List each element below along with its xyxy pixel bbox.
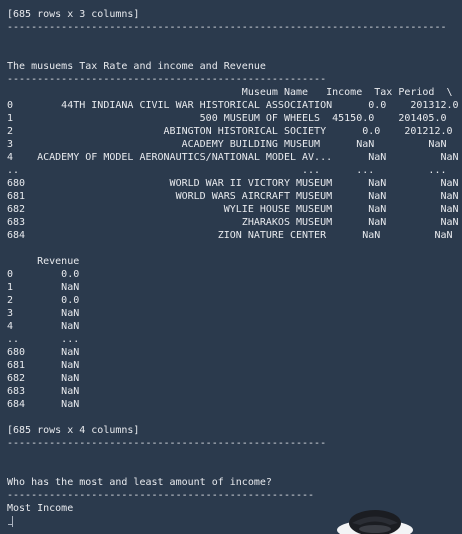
table-row: 0 0.0 [7, 269, 80, 280]
table-row: 0 44TH INDIANA CIVIL WAR HISTORICAL ASSO… [7, 100, 459, 111]
table-row: 684 ZION NATURE CENTER NaN NaN [7, 230, 453, 241]
table-row: 683 ZHARAKOS MUSEUM NaN NaN [7, 217, 459, 228]
table-row: 1 500 MUSEUM OF WHEELS 45150.0 201405.0 [7, 113, 447, 124]
table-row: 2 0.0 [7, 295, 80, 306]
text-cursor [12, 516, 13, 527]
output-line: [685 rows x 3 columns] [7, 9, 140, 20]
table-row: 2 ABINGTON HISTORICAL SOCIETY 0.0 201212… [7, 126, 453, 137]
separator-line: ----------------------------------------… [7, 74, 327, 85]
question-line: Who has the most and least amount of inc… [7, 477, 272, 488]
table-row: .. ... [7, 334, 80, 345]
table-row: 684 NaN [7, 399, 80, 410]
table-header: Museum Name Income Tax Period \ [7, 87, 453, 98]
text-cursor-base [8, 524, 13, 525]
table-row: 680 WORLD WAR II VICTORY MUSEUM NaN NaN [7, 178, 459, 189]
table-header: Revenue [7, 256, 80, 267]
table-row: 681 WORLD WARS AIRCRAFT MUSEUM NaN NaN [7, 191, 459, 202]
table-row: 3 ACADEMY BUILDING MUSEUM NaN NaN [7, 139, 447, 150]
table-row: 683 NaN [7, 386, 80, 397]
terminal-output: [685 rows x 3 columns] -----------------… [7, 8, 459, 515]
table-row: 1 NaN [7, 282, 80, 293]
table-row: 3 NaN [7, 308, 80, 319]
table-row: .. ... ... ... [7, 165, 447, 176]
table-row: 682 WYLIE HOUSE MUSEUM NaN NaN [7, 204, 459, 215]
table-row: 4 ACADEMY OF MODEL AERONAUTICS/NATIONAL … [7, 152, 459, 163]
section-heading: The musuems Tax Rate and income and Reve… [7, 61, 266, 72]
separator-line: ----------------------------------------… [7, 438, 327, 449]
table-row: 681 NaN [7, 360, 80, 371]
separator-line: ----------------------------------------… [7, 490, 315, 501]
table-row: 4 NaN [7, 321, 80, 332]
table-row: 682 NaN [7, 373, 80, 384]
output-line: [685 rows x 4 columns] [7, 425, 140, 436]
separator-line: ----------------------------------------… [7, 22, 447, 33]
overlay-character-image [337, 510, 413, 534]
table-row: 680 NaN [7, 347, 80, 358]
